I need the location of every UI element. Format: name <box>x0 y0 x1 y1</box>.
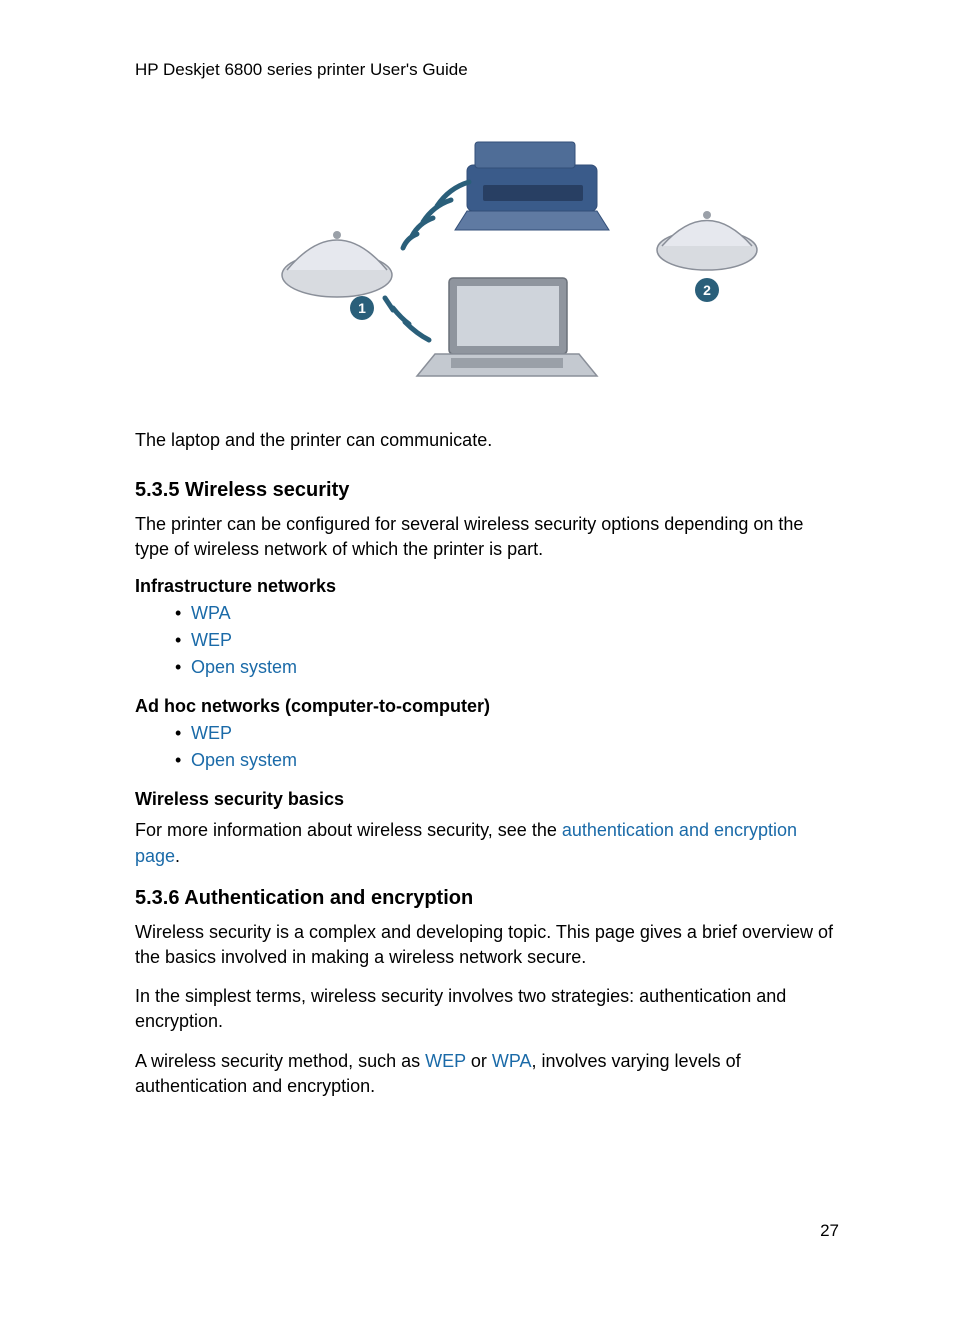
signal-to-laptop-icon <box>385 298 429 340</box>
svg-text:2: 2 <box>703 282 711 298</box>
section-535-paragraph: The printer can be configured for severa… <box>135 512 839 562</box>
infrastructure-networks-heading: Infrastructure networks <box>135 576 839 597</box>
section-536-heading: 5.3.6 Authentication and encryption <box>135 887 839 910</box>
wpa-link[interactable]: WPA <box>492 1051 532 1071</box>
list-item: Open system <box>175 750 839 771</box>
base-station-1-icon <box>282 231 392 297</box>
figure-label-1-badge: 1 <box>350 296 374 320</box>
adhoc-networks-heading: Ad hoc networks (computer-to-computer) <box>135 696 839 717</box>
wpa-link[interactable]: WPA <box>191 603 231 623</box>
infrastructure-list: WPA WEP Open system <box>135 603 839 678</box>
list-item: Open system <box>175 657 839 678</box>
signal-to-printer-icon <box>403 182 469 248</box>
list-item: WPA <box>175 603 839 624</box>
network-diagram: 1 2 <box>135 110 839 390</box>
wireless-security-basics-paragraph: For more information about wireless secu… <box>135 818 839 868</box>
basics-post-text: . <box>175 846 180 866</box>
section-535-heading: 5.3.5 Wireless security <box>135 479 839 502</box>
p3-pre-text: A wireless security method, such as <box>135 1051 425 1071</box>
wep-link[interactable]: WEP <box>191 723 232 743</box>
open-system-link[interactable]: Open system <box>191 750 297 770</box>
p3-mid-text: or <box>466 1051 492 1071</box>
laptop-icon <box>417 278 597 376</box>
section-536-paragraph-2: In the simplest terms, wireless security… <box>135 984 839 1034</box>
section-536-paragraph-1: Wireless security is a complex and devel… <box>135 920 839 970</box>
wireless-security-basics-heading: Wireless security basics <box>135 789 839 810</box>
base-station-2-icon <box>657 211 757 270</box>
wep-link[interactable]: WEP <box>425 1051 466 1071</box>
wep-link[interactable]: WEP <box>191 630 232 650</box>
svg-text:1: 1 <box>358 300 366 316</box>
adhoc-list: WEP Open system <box>135 723 839 771</box>
basics-pre-text: For more information about wireless secu… <box>135 820 562 840</box>
printer-icon <box>455 142 609 230</box>
page-number: 27 <box>820 1221 839 1241</box>
figure-caption: The laptop and the printer can communica… <box>135 430 839 451</box>
list-item: WEP <box>175 723 839 744</box>
open-system-link[interactable]: Open system <box>191 657 297 677</box>
document-header: HP Deskjet 6800 series printer User's Gu… <box>135 60 839 80</box>
figure-label-2-badge: 2 <box>695 278 719 302</box>
list-item: WEP <box>175 630 839 651</box>
section-536-paragraph-3: A wireless security method, such as WEP … <box>135 1049 839 1099</box>
